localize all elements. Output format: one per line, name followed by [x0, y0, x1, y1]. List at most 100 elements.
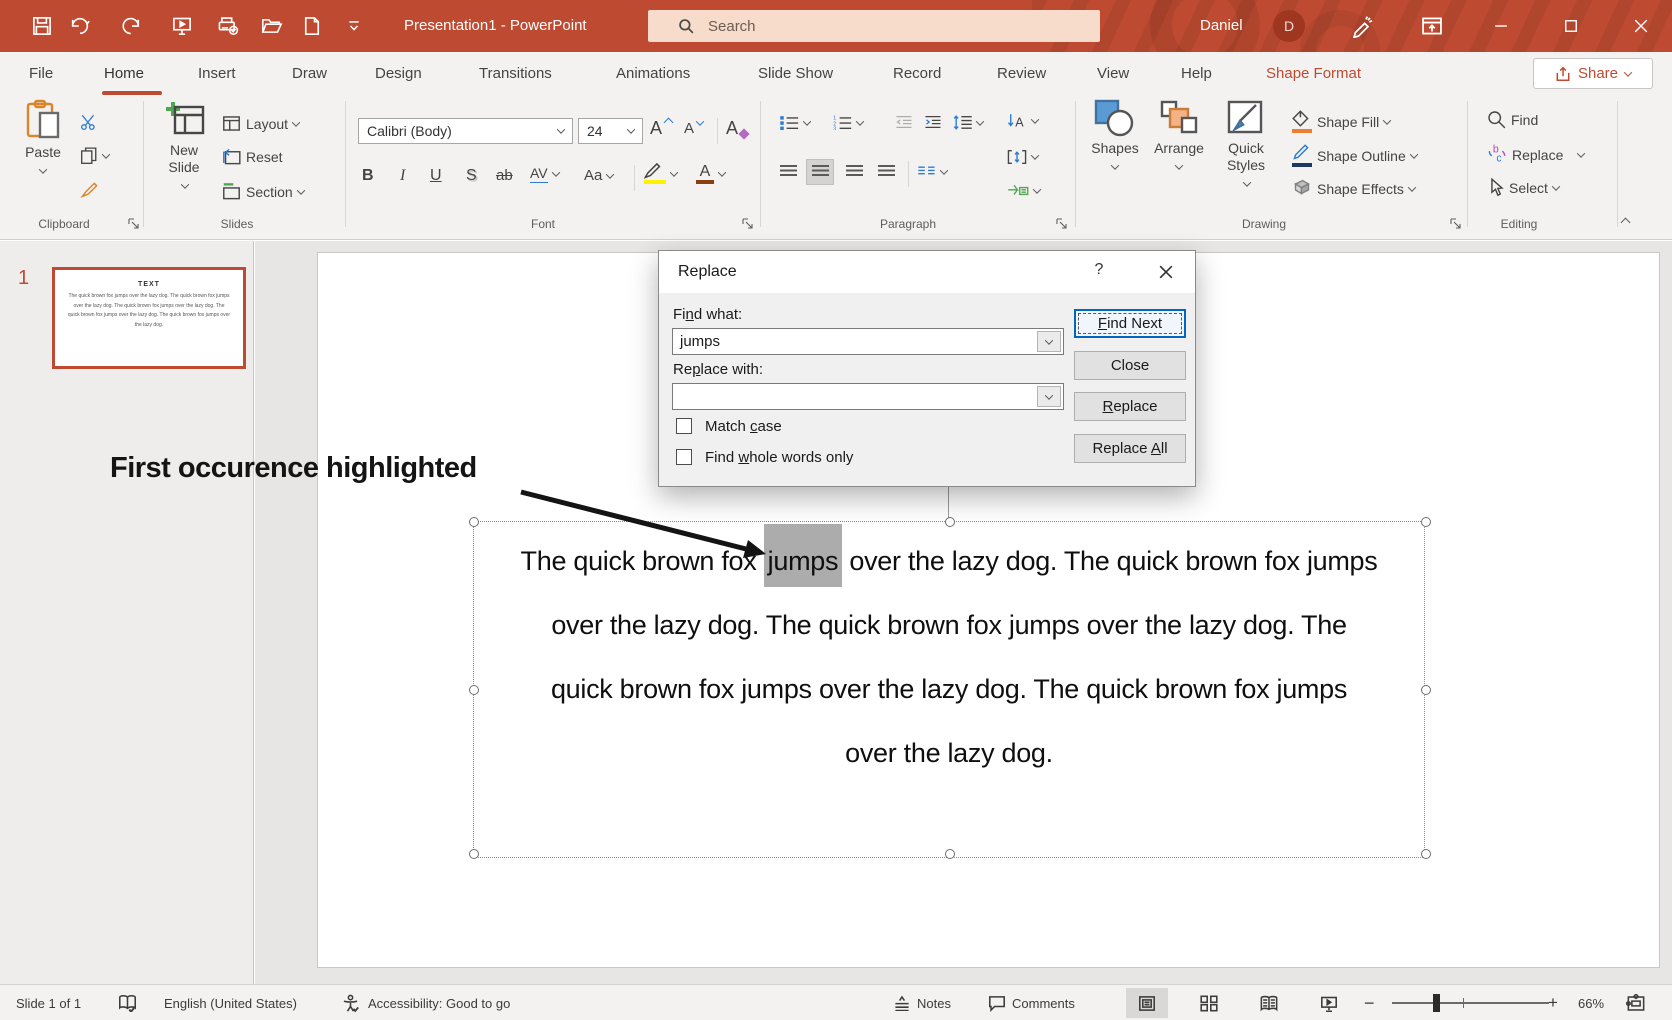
drawing-dialog-launcher[interactable] [1450, 217, 1462, 229]
tab-animations[interactable]: Animations [616, 57, 690, 91]
underline-button[interactable]: U [430, 167, 442, 185]
zoom-slider-track[interactable] [1392, 1002, 1549, 1004]
comments-button[interactable]: Comments [988, 985, 1075, 1020]
dialog-close-button[interactable] [1151, 259, 1181, 285]
close-button[interactable] [1617, 0, 1664, 52]
strikethrough-button[interactable]: ab [496, 167, 513, 184]
new-slide-button[interactable]: New Slide [154, 99, 216, 192]
copy-button[interactable] [80, 147, 111, 165]
find-what-input[interactable]: jumps [672, 328, 1064, 355]
notes-button[interactable]: Notes [893, 985, 951, 1020]
justify-button[interactable] [878, 165, 895, 178]
accessibility-checker-button[interactable] [341, 985, 360, 1020]
decrease-indent-button[interactable] [896, 115, 913, 129]
find-button[interactable]: Find [1487, 110, 1538, 129]
shape-effects-button[interactable]: Shape Effects [1292, 178, 1417, 199]
align-right-button[interactable] [846, 165, 863, 178]
zoom-in-button[interactable]: + [1548, 985, 1558, 1020]
tab-transitions[interactable]: Transitions [479, 57, 552, 91]
match-case-checkbox[interactable] [676, 418, 692, 434]
replace-action-button[interactable]: Replace [1074, 392, 1186, 421]
tab-home[interactable]: Home [104, 57, 144, 91]
dialog-help-button[interactable]: ? [1087, 261, 1111, 279]
search-input[interactable]: Search [648, 10, 1100, 42]
tab-record[interactable]: Record [893, 57, 941, 91]
align-left-button[interactable] [780, 165, 797, 178]
tab-design[interactable]: Design [375, 57, 422, 91]
dialog-title-bar[interactable]: Replace ? [659, 251, 1195, 293]
section-button[interactable]: Section [222, 183, 305, 200]
quick-styles-button[interactable]: Quick Styles [1214, 99, 1280, 190]
tab-insert[interactable]: Insert [198, 57, 236, 91]
increase-font-size-button[interactable]: A [650, 117, 674, 139]
decrease-font-size-button[interactable]: A [684, 116, 705, 137]
change-case-button[interactable]: Aa [584, 167, 615, 184]
resize-handle-top-center[interactable] [945, 517, 955, 527]
convert-to-smartart-button[interactable] [1007, 183, 1042, 199]
open-file-button[interactable] [258, 13, 286, 39]
line-spacing-button[interactable] [953, 115, 985, 130]
accessibility-status[interactable]: Accessibility: Good to go [368, 985, 510, 1020]
replace-all-button[interactable]: Replace All [1074, 434, 1186, 463]
ribbon-display-options-button[interactable] [1418, 13, 1446, 39]
customize-quick-access-button[interactable] [340, 13, 368, 39]
arrange-button[interactable]: Arrange [1150, 99, 1208, 173]
start-slideshow-button[interactable] [168, 13, 196, 39]
clear-formatting-button[interactable]: A [726, 118, 750, 140]
align-text-button[interactable] [1007, 149, 1040, 165]
tab-draw[interactable]: Draw [292, 57, 327, 91]
resize-handle-bottom-left[interactable] [469, 849, 479, 859]
character-spacing-button[interactable]: AV [530, 165, 560, 183]
spell-check-button[interactable] [118, 985, 137, 1020]
font-dialog-launcher[interactable] [742, 217, 754, 229]
reading-view-button[interactable] [1248, 988, 1290, 1018]
font-name-combo[interactable]: Calibri (Body) [358, 118, 573, 144]
numbering-button[interactable]: 123 [833, 115, 865, 130]
clipboard-dialog-launcher[interactable] [128, 217, 140, 229]
cut-button[interactable] [80, 113, 98, 131]
normal-view-button[interactable] [1126, 988, 1168, 1018]
tab-slide-show[interactable]: Slide Show [758, 57, 833, 91]
increase-indent-button[interactable] [925, 115, 942, 129]
paragraph-dialog-launcher[interactable] [1056, 217, 1068, 229]
text-direction-button[interactable]: A [1007, 113, 1040, 129]
tab-shape-format[interactable]: Shape Format [1266, 57, 1361, 91]
select-button[interactable]: Select [1487, 178, 1561, 197]
shape-outline-button[interactable]: Shape Outline [1292, 144, 1418, 168]
coach-button[interactable] [1348, 13, 1376, 39]
paste-button[interactable]: Paste [16, 99, 70, 177]
replace-with-input[interactable] [672, 383, 1064, 410]
text-shadow-button[interactable]: S [466, 167, 477, 185]
shapes-button[interactable]: Shapes [1086, 99, 1144, 173]
bullets-button[interactable] [780, 115, 812, 130]
share-button[interactable]: Share [1533, 58, 1653, 89]
resize-handle-bottom-center[interactable] [945, 849, 955, 859]
resize-handle-top-left[interactable] [469, 517, 479, 527]
save-button[interactable] [28, 13, 56, 39]
font-size-combo[interactable]: 24 [578, 118, 643, 144]
text-box[interactable]: The quick brown fox jumps over the lazy … [469, 517, 1431, 859]
replace-button[interactable]: bc Replace [1487, 143, 1586, 166]
format-painter-button[interactable] [80, 181, 99, 200]
close-dialog-button[interactable]: Close [1074, 351, 1186, 380]
slide-thumbnail[interactable]: TEXT The quick brown fox jumps over the … [52, 267, 246, 369]
reset-button[interactable]: Reset [222, 148, 283, 165]
zoom-slider-handle[interactable] [1433, 994, 1440, 1012]
collapse-ribbon-button[interactable] [1620, 213, 1631, 231]
minimize-button[interactable] [1477, 0, 1524, 52]
undo-button[interactable] [66, 13, 94, 39]
avatar[interactable]: D [1273, 10, 1305, 42]
zoom-level[interactable]: 66% [1578, 985, 1604, 1020]
slide-sorter-view-button[interactable] [1188, 988, 1230, 1018]
resize-handle-bottom-right[interactable] [1421, 849, 1431, 859]
text-highlight-color-button[interactable] [643, 162, 679, 185]
bold-button[interactable]: B [362, 167, 374, 185]
tab-help[interactable]: Help [1181, 57, 1212, 91]
maximize-button[interactable] [1547, 0, 1594, 52]
shape-fill-button[interactable]: Shape Fill [1292, 110, 1392, 134]
slideshow-view-button[interactable] [1308, 988, 1350, 1018]
tab-file[interactable]: File [29, 57, 53, 91]
zoom-out-button[interactable]: − [1364, 985, 1375, 1020]
find-what-dropdown-button[interactable] [1037, 331, 1061, 352]
font-color-button[interactable]: A [696, 163, 727, 185]
